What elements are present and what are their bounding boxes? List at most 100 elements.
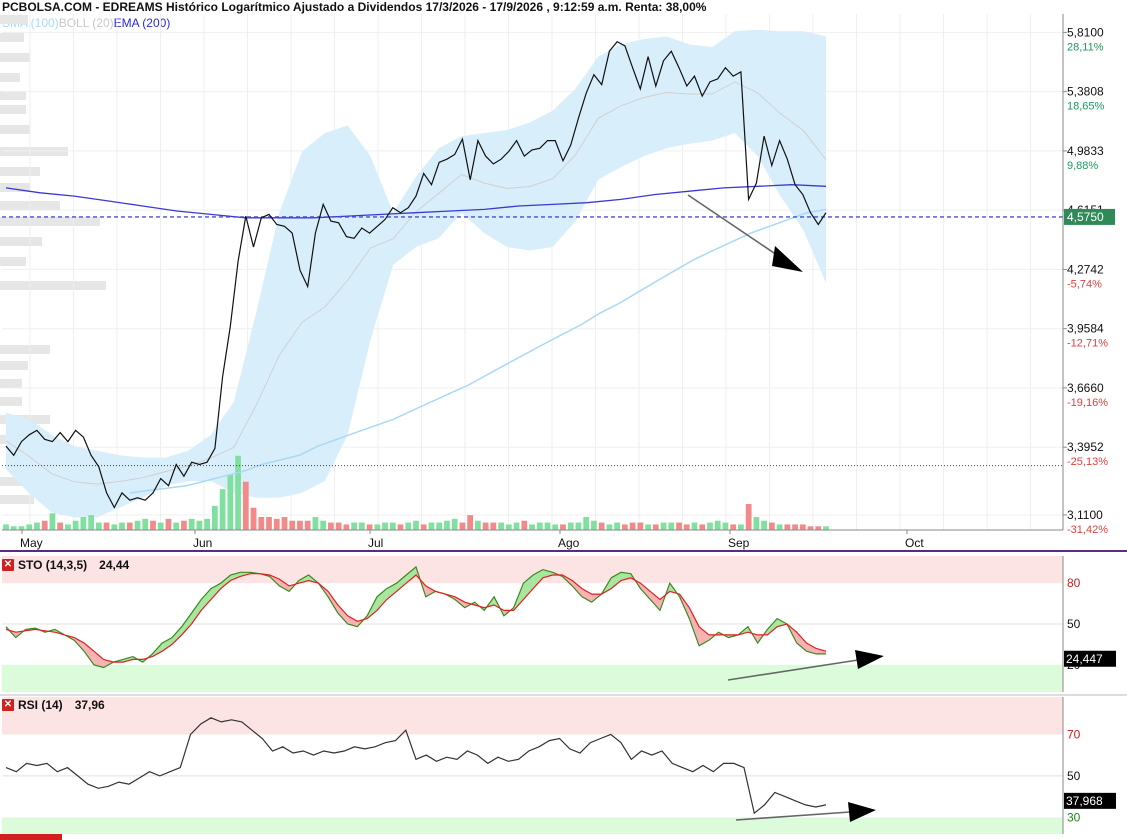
volume-bar (792, 524, 798, 530)
rsi-oversold-zone (2, 817, 1063, 834)
stochastic-label: STO (14,3,5) (18, 558, 88, 572)
price-axis-percent: 18,65% (1067, 101, 1105, 113)
stoch-d-line (5, 573, 827, 663)
price-axis-label: 5,8100 (1067, 25, 1104, 39)
volume-bar (219, 489, 226, 530)
volume-bar (722, 522, 729, 530)
stoch-current-label: 24,447 (1066, 652, 1103, 666)
stoch-axis-label: 50 (1067, 617, 1081, 631)
volume-bar (475, 520, 481, 530)
bollinger-band (6, 29, 826, 518)
volume-profile-bar-16 (0, 361, 28, 370)
volume-bar (57, 522, 64, 530)
volume-bar (660, 522, 667, 530)
volume-bar (560, 524, 566, 530)
rsi-overbought-zone (2, 697, 1063, 735)
volume-bar (459, 522, 466, 530)
volume-bar (134, 520, 141, 530)
volume-bar (80, 517, 87, 530)
volume-bar (266, 517, 272, 530)
stoch-fill (377, 588, 387, 611)
volume-bar (95, 522, 102, 530)
volume-bar (738, 524, 744, 530)
volume-bar (606, 524, 613, 530)
volume-bar (621, 524, 628, 530)
volume-bar (699, 524, 706, 530)
price-axis-percent: 9,88% (1067, 160, 1098, 172)
volume-bar (730, 524, 737, 530)
volume-bar (815, 526, 822, 530)
stoch-oversold-zone (2, 664, 1063, 692)
volume-bar (41, 520, 48, 530)
month-label-jul: Jul (368, 536, 383, 550)
volume-bar (343, 524, 350, 530)
month-label-oct: Oct (905, 536, 924, 550)
rsi-bottom-marker (0, 834, 62, 840)
volume-bar (374, 524, 381, 530)
volume-bar (591, 520, 597, 530)
volume-bar (768, 522, 775, 530)
price-axis-label: 3,3952 (1067, 440, 1104, 454)
volume-bar (351, 522, 357, 530)
trend-arrowhead-price (772, 246, 803, 272)
volume-bar (482, 522, 489, 530)
volume-bar (10, 526, 17, 530)
volume-bar (753, 517, 760, 530)
volume-bar (281, 517, 288, 530)
volume-bar (668, 522, 675, 530)
volume-bar (761, 520, 767, 530)
volume-bar (691, 522, 698, 530)
price-axis-percent: -31,42% (1067, 524, 1108, 536)
volume-profile-bar-2 (0, 53, 30, 62)
close-rsi-icon[interactable]: ✕ (2, 699, 14, 711)
volume-bar (382, 522, 388, 530)
volume-profile-bar-18 (0, 397, 22, 406)
volume-bar (320, 520, 327, 530)
chart-root: PCBOLSA.COM - EDREAMS Histórico Logarítm… (0, 0, 1127, 840)
volume-profile-bar-7 (0, 147, 68, 156)
current-price-label: 4,5750 (1067, 210, 1104, 224)
volume-bar (799, 524, 806, 530)
rsi-label: RSI (14) (18, 698, 63, 712)
volume-profile-bar-13 (0, 257, 26, 266)
volume-bar (65, 524, 71, 530)
volume-bar (629, 522, 636, 530)
stoch-fill (201, 588, 211, 611)
close-stochastic-icon[interactable]: ✕ (2, 559, 14, 571)
price-axis-percent: -12,71% (1067, 338, 1108, 350)
month-label-may: May (20, 536, 43, 550)
volume-bar (405, 522, 412, 530)
volume-profile-bar-4 (0, 91, 26, 100)
volume-bar (250, 507, 257, 530)
volume-bar (18, 526, 25, 530)
rsi-axis-label: 70 (1067, 727, 1081, 741)
volume-bar (3, 524, 9, 530)
volume-bar (235, 455, 241, 530)
price-axis-percent: -19,16% (1067, 397, 1108, 409)
volume-bar (297, 520, 303, 530)
volume-bar (505, 524, 512, 530)
price-axis-label: 4,2742 (1067, 262, 1104, 276)
volume-bar (683, 524, 690, 530)
volume-profile-bar-5 (0, 105, 26, 114)
volume-bar (614, 522, 621, 530)
volume-bar (714, 520, 721, 530)
rsi-axis-label: 50 (1067, 769, 1081, 783)
volume-bar (776, 524, 783, 530)
volume-bar (637, 522, 644, 530)
rsi-axis-label: 30 (1067, 810, 1081, 824)
volume-profile-bar-8 (0, 167, 40, 176)
volume-profile-bar-17 (0, 379, 22, 388)
volume-profile-bar-1 (0, 33, 24, 42)
volume-bar (204, 518, 211, 530)
stochastic-panel-label: ✕ STO (14,3,5) 24,44 (2, 558, 129, 572)
volume-bar (583, 517, 590, 530)
volume-bar (289, 520, 296, 530)
volume-bar (707, 522, 713, 530)
volume-bar (784, 524, 791, 530)
volume-bar (88, 515, 94, 530)
volume-bar (420, 524, 427, 530)
volume-bar (513, 522, 520, 530)
volume-bar (366, 524, 373, 530)
trend-arrow-price (687, 194, 781, 258)
